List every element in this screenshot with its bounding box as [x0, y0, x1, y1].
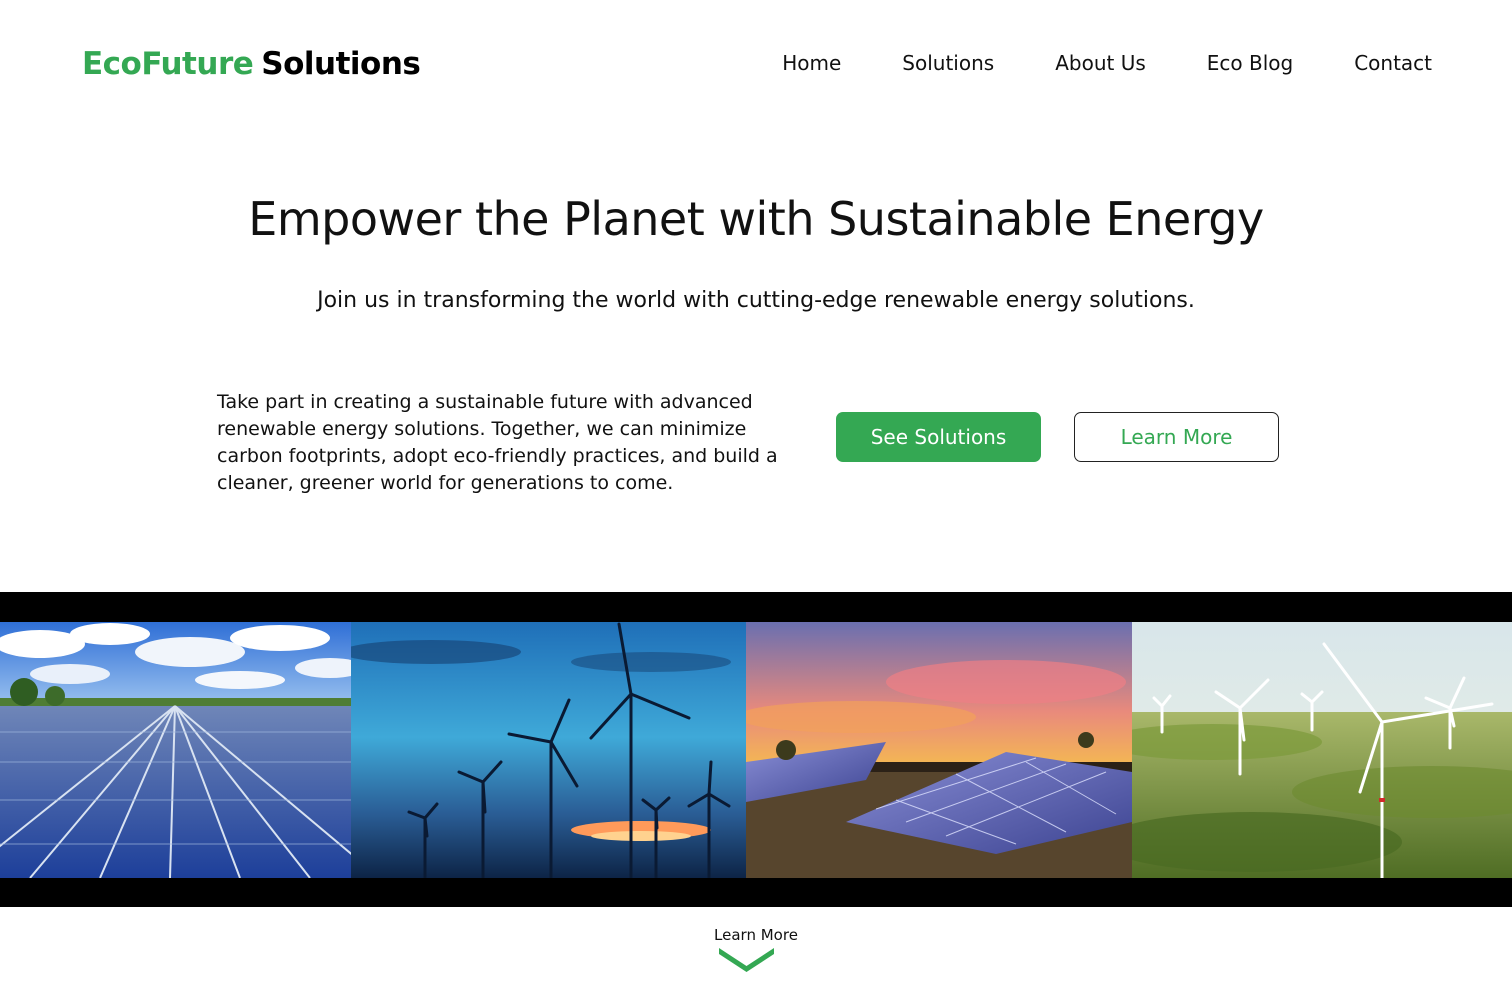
hero-title: Empower the Planet with Sustainable Ener… [248, 192, 1264, 246]
nav-eco-blog[interactable]: Eco Blog [1207, 46, 1293, 80]
chevron-down-icon[interactable] [719, 948, 774, 972]
brand-logo-eco: EcoFuture [82, 46, 254, 82]
brand-logo-solutions: Solutions [261, 46, 421, 82]
see-solutions-button[interactable]: See Solutions [836, 412, 1041, 462]
nav-about-us[interactable]: About Us [1055, 46, 1146, 80]
nav-home[interactable]: Home [782, 46, 841, 80]
scroll-learn-more-link[interactable]: Learn More [0, 924, 1512, 946]
hero-subtitle: Join us in transforming the world with c… [317, 288, 1195, 313]
learn-more-button[interactable]: Learn More [1074, 412, 1279, 462]
wind-turbines-dusk-image [351, 622, 746, 878]
hero-description: Take part in creating a sustainable futu… [217, 391, 778, 494]
main-nav: Home Solutions About Us Eco Blog Contact [782, 46, 1432, 80]
nav-contact[interactable]: Contact [1354, 46, 1432, 80]
nav-solutions[interactable]: Solutions [902, 46, 994, 80]
solar-sunset-image [746, 622, 1132, 878]
brand-logo[interactable]: EcoFuture Solutions [82, 42, 421, 86]
image-strip [0, 592, 1512, 907]
solar-field-image [0, 622, 351, 878]
wind-turbines-fields-image [1132, 622, 1512, 878]
